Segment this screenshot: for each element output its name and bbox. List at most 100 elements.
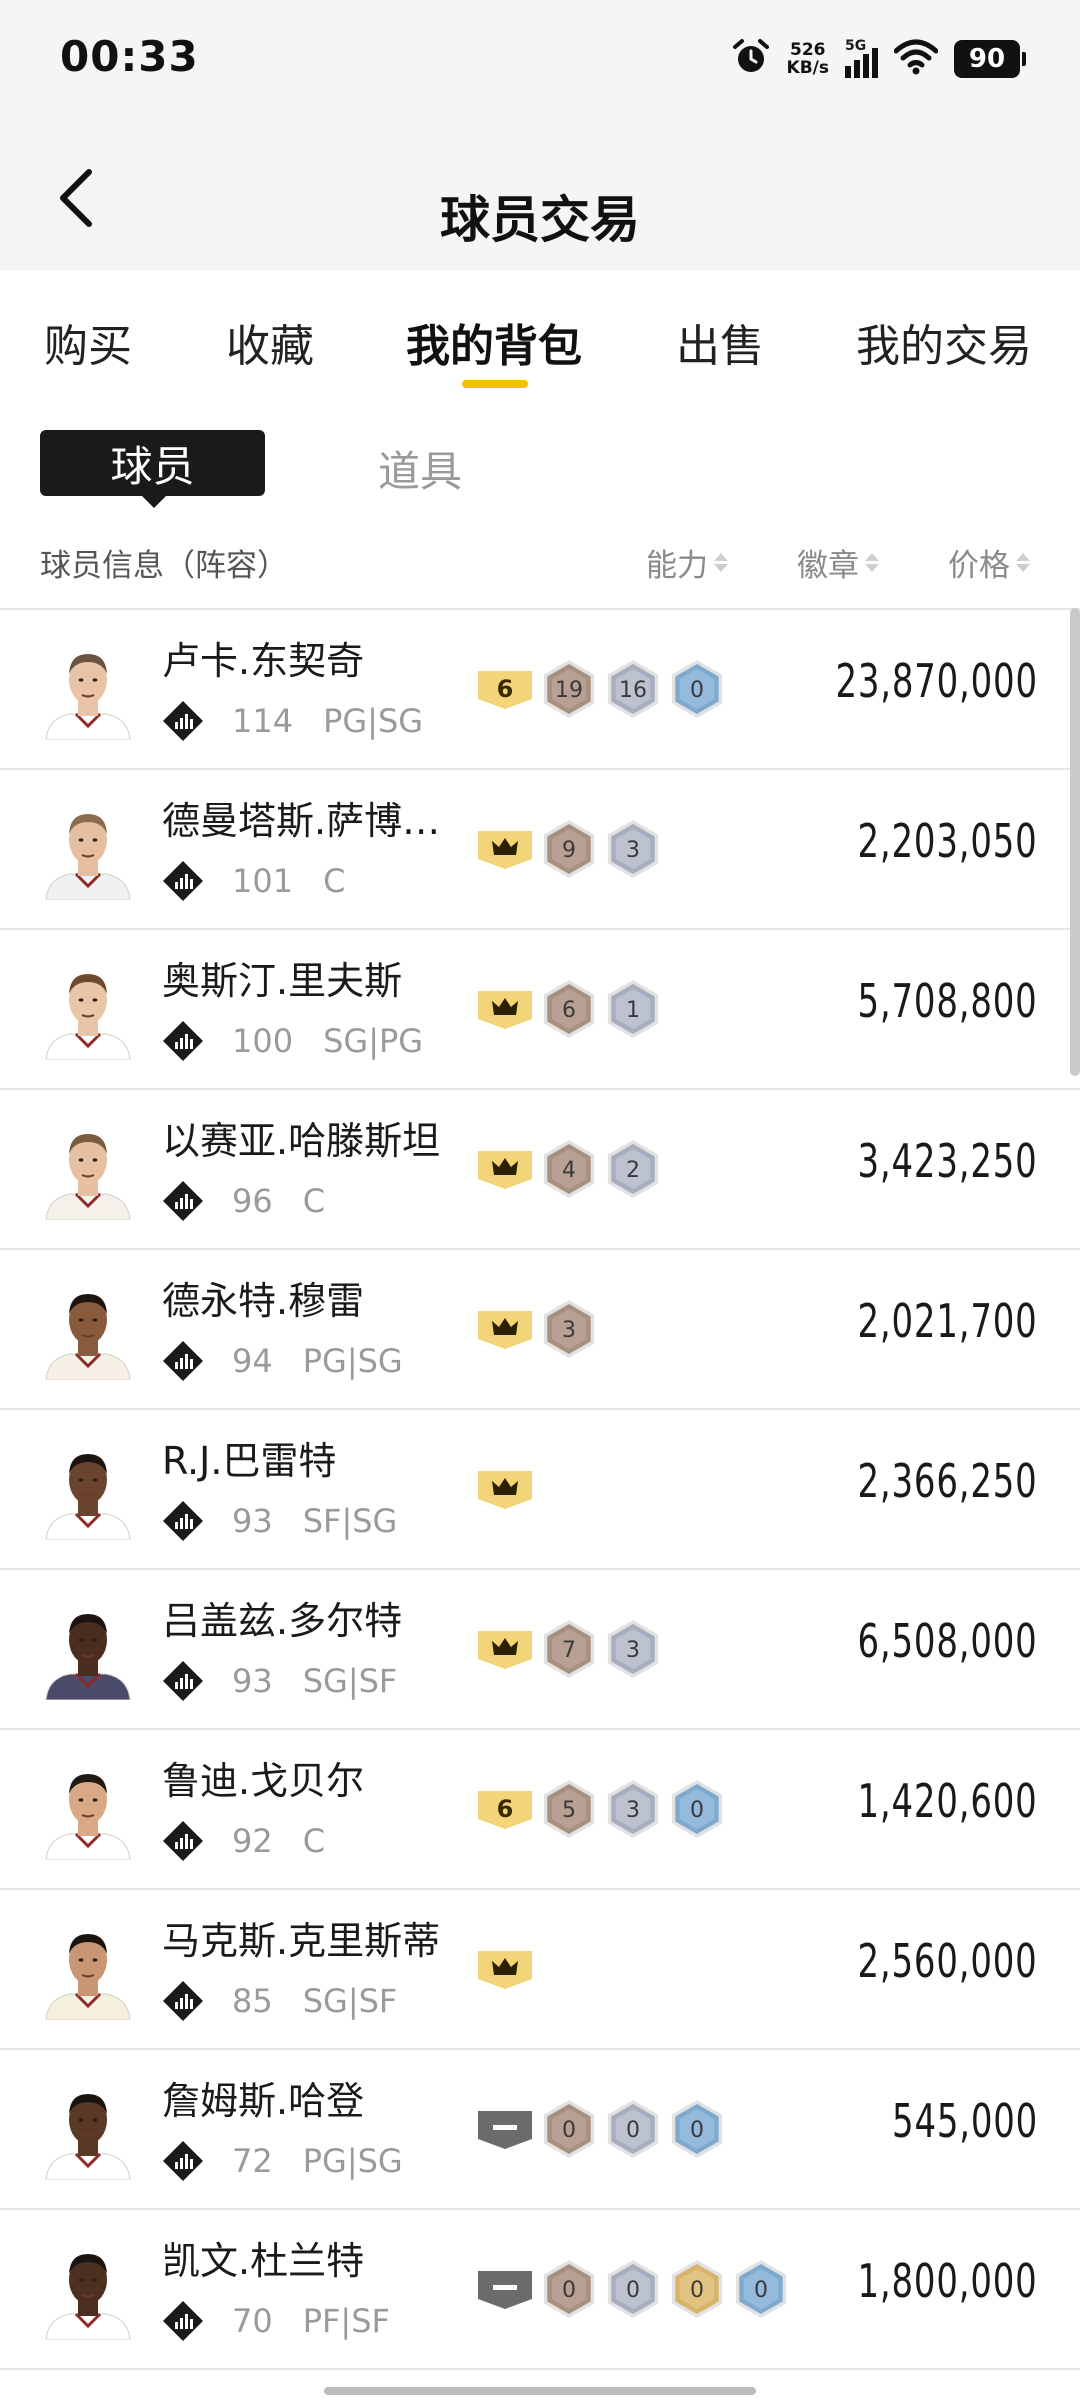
player-row[interactable]: 鲁迪.戈贝尔 92 C 6 5 3 0 1,420,600 <box>0 1730 1080 1890</box>
rating-diamond-icon <box>162 1980 204 2022</box>
badge-silver-icon: 0 <box>604 2258 662 2324</box>
sort-ability[interactable]: 能力 <box>646 540 728 585</box>
badge-count: 6 <box>562 998 576 1023</box>
player-row[interactable]: 奥斯汀.里夫斯 100 SG|PG 6 1 5,708,800 <box>0 930 1080 1090</box>
player-row[interactable]: 凯文.杜兰特 70 PF|SF 0 0 0 0 1,800,000 <box>0 2210 1080 2370</box>
badge-blue-icon: 0 <box>668 658 726 724</box>
player-meta: 85 SG|SF <box>162 1980 397 2022</box>
player-price: 3,423,250 <box>857 1134 1038 1188</box>
rating-diamond-icon <box>162 1820 204 1862</box>
tab-buy[interactable]: 购买 <box>44 310 132 374</box>
player-meta: 70 PF|SF <box>162 2300 390 2342</box>
player-meta: 114 PG|SG <box>162 700 423 742</box>
badge-count: 0 <box>626 2118 640 2143</box>
badge-count: 0 <box>690 678 704 703</box>
player-price: 5,708,800 <box>857 974 1038 1028</box>
player-row[interactable]: 卢卡.东契奇 114 PG|SG 6 19 16 0 23,870,000 <box>0 610 1080 770</box>
player-name: 凯文.杜兰特 <box>162 2239 365 2283</box>
player-row[interactable]: 德永特.穆雷 94 PG|SG 3 2,021,700 <box>0 1250 1080 1410</box>
player-position: PG|SG <box>302 2142 403 2180</box>
player-row[interactable]: 詹姆斯.哈登 72 PG|SG 0 0 0 545,000 <box>0 2050 1080 2210</box>
sort-arrows-icon <box>1016 553 1030 572</box>
player-row[interactable]: 吕盖兹.多尔特 93 SG|SF 7 3 6,508,000 <box>0 1570 1080 1730</box>
badge-bronze-icon: 0 <box>540 2098 598 2164</box>
player-position: C <box>323 862 346 900</box>
badge-blue-icon: 0 <box>668 2098 726 2164</box>
player-ovr: 70 <box>232 2302 273 2340</box>
player-position: SG|SF <box>302 1982 398 2020</box>
rating-diamond-icon <box>162 1180 204 1222</box>
crown-icon <box>476 987 534 1035</box>
player-name: 吕盖兹.多尔特 <box>162 1599 403 1643</box>
player-row[interactable]: 以赛亚.哈滕斯坦 96 C 4 2 3,423,250 <box>0 1090 1080 1250</box>
badge-count: 1 <box>626 998 640 1023</box>
player-meta: 92 C <box>162 1820 325 1862</box>
rating-diamond-icon <box>162 2300 204 2342</box>
player-ovr: 94 <box>232 1342 273 1380</box>
player-badges: 0 0 0 0 <box>476 2260 790 2322</box>
active-tab-indicator <box>462 380 528 388</box>
network-speed: 526 KB/s <box>787 41 829 77</box>
crown-icon <box>476 1307 534 1355</box>
player-row[interactable]: R.J.巴雷特 93 SF|SG 2,366,250 <box>0 1410 1080 1570</box>
player-price: 2,203,050 <box>857 814 1038 868</box>
player-badges: 6 5 3 0 <box>476 1780 726 1842</box>
player-meta: 94 PG|SG <box>162 1340 403 1382</box>
tab-sell[interactable]: 出售 <box>676 310 764 374</box>
tab-my-backpack[interactable]: 我的背包 <box>406 310 582 374</box>
column-header: 球员信息（阵容） 能力 徽章 价格 <box>0 530 1080 590</box>
player-meta: 72 PG|SG <box>162 2140 403 2182</box>
badge-gold-icon: 0 <box>668 2258 726 2324</box>
player-avatar <box>40 1920 136 2020</box>
player-avatar <box>40 1280 136 1380</box>
tab-favorites[interactable]: 收藏 <box>226 310 314 374</box>
player-ovr: 85 <box>232 1982 273 2020</box>
player-row[interactable]: 德曼塔斯.萨博… 101 C 9 3 2,203,050 <box>0 770 1080 930</box>
badge-count: 7 <box>562 1638 576 1663</box>
crown-icon <box>476 1947 534 1995</box>
status-time: 00:33 <box>60 32 199 81</box>
player-avatar <box>40 960 136 1060</box>
scrollbar[interactable] <box>1070 608 1080 1076</box>
status-icons: 526 KB/s 5G 90 <box>731 36 1026 82</box>
player-ovr: 101 <box>232 862 294 900</box>
sort-badges-label: 徽章 <box>797 548 859 584</box>
badge-silver-icon: 1 <box>604 978 662 1044</box>
badge-count: 0 <box>562 2118 576 2143</box>
badge-count: 3 <box>626 1638 640 1663</box>
player-name: 以赛亚.哈滕斯坦 <box>162 1119 441 1163</box>
badge-silver-icon: 0 <box>604 2098 662 2164</box>
player-meta: 93 SG|SF <box>162 1660 397 1702</box>
badge-count: 16 <box>619 678 647 703</box>
crown-icon <box>476 1467 534 1515</box>
badge-count: 0 <box>562 2278 576 2303</box>
player-meta: 93 SF|SG <box>162 1500 397 1542</box>
badge-count: 0 <box>626 2278 640 2303</box>
sort-badges[interactable]: 徽章 <box>797 540 879 585</box>
player-meta: 101 C <box>162 860 345 902</box>
player-avatar <box>40 1760 136 1860</box>
player-name: 鲁迪.戈贝尔 <box>162 1759 365 1803</box>
badge-count: 4 <box>562 1158 576 1183</box>
badge-count: 0 <box>690 2278 704 2303</box>
subtab-items[interactable]: 道具 <box>378 438 462 499</box>
tab-my-trades[interactable]: 我的交易 <box>856 310 1032 374</box>
subtab-players[interactable]: 球员 <box>40 430 265 508</box>
crown-icon <box>476 827 534 875</box>
badge-bronze-icon: 5 <box>540 1778 598 1844</box>
player-badges <box>476 1940 534 2002</box>
badge-count: 3 <box>626 838 640 863</box>
player-row[interactable]: 马克斯.克里斯蒂 85 SG|SF 2,560,000 <box>0 1890 1080 2050</box>
player-name: 奥斯汀.里夫斯 <box>162 959 403 1003</box>
rating-diamond-icon <box>162 2140 204 2182</box>
player-price: 1,800,000 <box>857 2254 1038 2308</box>
badge-count: 2 <box>626 1158 640 1183</box>
home-indicator[interactable] <box>324 2387 756 2395</box>
player-badges: 93 <box>476 820 662 882</box>
player-position: PG|SG <box>323 702 424 740</box>
sort-price[interactable]: 价格 <box>948 540 1030 585</box>
player-ovr: 93 <box>232 1662 273 1700</box>
rating-diamond-icon <box>162 1020 204 1062</box>
header: 球员交易 <box>0 150 1080 270</box>
badge-count: 3 <box>626 1798 640 1823</box>
